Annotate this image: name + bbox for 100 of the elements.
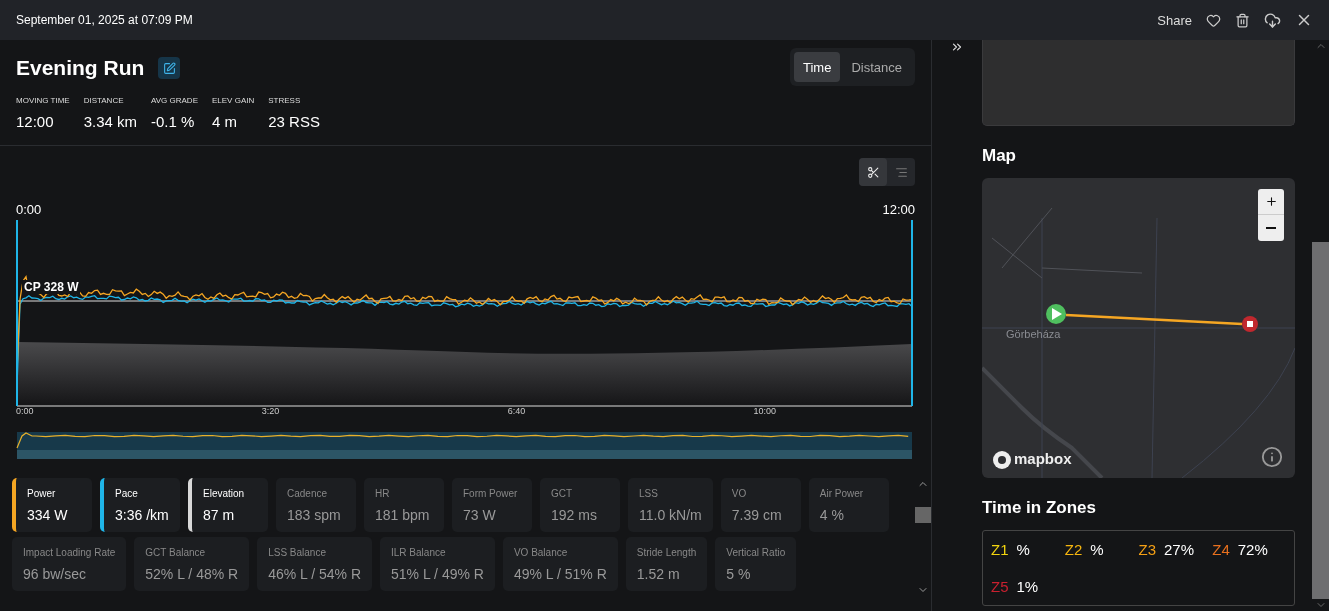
stat-value: 4 m xyxy=(212,113,238,130)
zone-name: Z1 xyxy=(991,541,1009,558)
zone-value: % xyxy=(1090,541,1104,558)
map-place-label: Görbeháza xyxy=(1006,328,1061,340)
stat-label: STRESS xyxy=(268,96,302,105)
metric-value: 46% L / 54% R xyxy=(268,565,362,582)
view-tab[interactable]: Time xyxy=(794,52,841,82)
metric-label: Air Power xyxy=(819,487,865,499)
metric-card[interactable]: GCT 192 ms xyxy=(540,478,620,532)
metric-value: 96 bw/sec xyxy=(23,565,88,582)
metric-card[interactable]: Form Power 73 W xyxy=(452,478,532,532)
metric-value: 73 W xyxy=(463,506,497,523)
edit-button[interactable] xyxy=(158,57,181,79)
trash-icon[interactable] xyxy=(1235,12,1250,28)
metric-card[interactable]: LSS 11.0 kN/m xyxy=(628,478,713,532)
share-button[interactable]: Share xyxy=(1157,12,1192,28)
zone-value: 72% xyxy=(1237,541,1268,558)
stat-label: DISTANCE xyxy=(83,96,125,105)
minus-icon xyxy=(1266,227,1276,229)
info-icon[interactable] xyxy=(1261,446,1283,468)
metric-value: 52% L / 48% R xyxy=(145,565,239,582)
metric-value: 3:36 /km xyxy=(115,506,169,523)
metric-label: VO xyxy=(731,487,748,499)
metric-label: Cadence xyxy=(287,487,329,499)
metric-card[interactable]: VO 7.39 cm xyxy=(720,478,801,532)
metric-value: 192 ms xyxy=(551,506,598,523)
scrollbar-thumb[interactable] xyxy=(1312,242,1329,599)
metric-card[interactable]: Pace 3:36 /km xyxy=(100,478,180,532)
metric-label: Elevation xyxy=(203,487,246,499)
range-handle[interactable] xyxy=(16,220,18,407)
metric-label: LSS xyxy=(639,487,659,499)
range-end: 12:00 xyxy=(882,202,915,217)
metric-value: 4 % xyxy=(819,506,845,523)
scissors-icon[interactable] xyxy=(859,158,887,186)
section-title: Map xyxy=(982,146,1017,166)
heart-icon[interactable] xyxy=(1206,12,1221,28)
stat-label: ELEV GAIN xyxy=(212,96,255,105)
start-marker[interactable] xyxy=(1046,304,1066,324)
stat-value: -0.1 % xyxy=(151,113,196,130)
metric-value: 1.52 m xyxy=(636,565,681,582)
map-attribution: mapbox xyxy=(1014,450,1072,467)
axis-label: 6:40 xyxy=(507,406,526,416)
metric-label: Vertical Ratio xyxy=(726,546,786,558)
end-marker[interactable] xyxy=(1242,316,1258,332)
metric-label: ILR Balance xyxy=(391,546,447,558)
zone-name: Z3 xyxy=(1138,541,1156,558)
map-drawing[interactable]: Görbeháza mapbox xyxy=(982,178,1295,478)
axis-label: 10:00 xyxy=(753,406,776,416)
metric-label: Stride Length xyxy=(636,546,697,558)
metric-label: HR xyxy=(375,487,391,499)
metric-value: 11.0 kN/m xyxy=(639,506,702,523)
metric-card[interactable]: Impact Loading Rate 96 bw/sec xyxy=(12,537,127,591)
range-start: 0:00 xyxy=(16,202,42,217)
metric-value: 334 W xyxy=(27,506,69,523)
stat-label: AVG GRADE xyxy=(151,96,198,105)
mapbox-logo-icon xyxy=(993,451,1011,469)
metric-card[interactable]: GCT Balance 52% L / 48% R xyxy=(134,537,250,591)
activity-date: September 01, 2025 at 07:09 PM xyxy=(16,13,194,27)
metric-value: 49% L / 51% R xyxy=(513,565,607,582)
metric-card[interactable]: Power 334 W xyxy=(12,478,92,532)
metric-value: 87 m xyxy=(203,506,236,523)
metric-card[interactable]: Stride Length 1.52 m xyxy=(625,537,708,591)
stat-value: 3.34 km xyxy=(83,113,137,130)
stat-value: 23 RSS xyxy=(268,113,320,130)
metric-card[interactable]: Vertical Ratio 5 % xyxy=(715,537,797,591)
metric-card[interactable]: VO Balance 49% L / 51% R xyxy=(502,537,618,591)
axis-label: 3:20 xyxy=(261,406,280,416)
metric-value: 183 spm xyxy=(287,506,342,523)
metric-label: Pace xyxy=(115,487,139,499)
view-tab[interactable]: Distance xyxy=(842,52,911,82)
zone-name: Z5 xyxy=(991,578,1009,595)
metric-label: GCT Balance xyxy=(145,546,207,558)
zone-value: 27% xyxy=(1164,541,1195,558)
stat-label: MOVING TIME xyxy=(16,96,70,105)
metric-label: VO Balance xyxy=(513,546,569,558)
metric-value: 51% L / 49% R xyxy=(391,565,484,582)
zone-value: % xyxy=(1016,541,1030,558)
plus-icon xyxy=(1264,195,1278,208)
stat-value: 12:00 xyxy=(16,113,55,130)
metric-value: 5 % xyxy=(726,565,752,582)
zone-name: Z4 xyxy=(1212,541,1230,558)
metric-card[interactable]: HR 181 bpm xyxy=(364,478,444,532)
metric-value: 181 bpm xyxy=(375,506,431,523)
metric-card[interactable]: Air Power 4 % xyxy=(808,478,889,532)
metric-card[interactable]: Elevation 87 m xyxy=(188,478,268,532)
pencil-icon xyxy=(162,61,176,75)
section-title: Time in Zones xyxy=(982,498,1097,518)
cp-label: CP 328 W xyxy=(22,280,81,294)
axis-label: 0:00 xyxy=(16,406,34,416)
metric-label: Power xyxy=(27,487,57,499)
metric-card[interactable]: LSS Balance 46% L / 54% R xyxy=(257,537,373,591)
scrollbar-thumb[interactable] xyxy=(915,507,931,523)
metric-value: 7.39 cm xyxy=(731,506,783,523)
metric-label: Form Power xyxy=(463,487,519,499)
metric-card[interactable]: ILR Balance 51% L / 49% R xyxy=(380,537,495,591)
metric-card[interactable]: Cadence 183 spm xyxy=(276,478,356,532)
zone-value: 1% xyxy=(1016,578,1039,595)
range-handle[interactable] xyxy=(911,220,913,407)
cloud-download-icon[interactable] xyxy=(1264,11,1281,29)
metric-label: GCT xyxy=(551,487,574,499)
